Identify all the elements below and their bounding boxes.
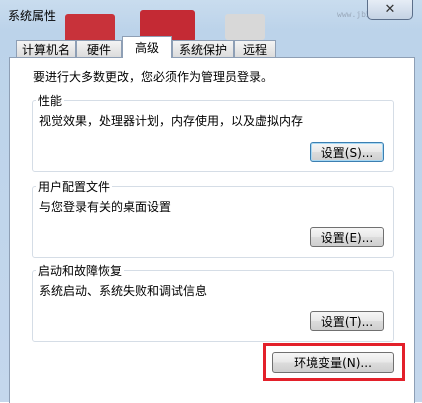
background-blob — [225, 14, 265, 40]
tab-hardware[interactable]: 硬件 — [76, 40, 122, 57]
performance-settings-button[interactable]: 设置(S)... — [310, 142, 384, 162]
tab-computer-name[interactable]: 计算机名 — [16, 40, 76, 57]
performance-group: 性能 视觉效果，处理器计划，内存使用，以及虚拟内存 设置(S)... — [32, 92, 394, 172]
group-description: 系统启动、系统失败和调试信息 — [39, 284, 208, 298]
close-icon: ✕ — [384, 2, 396, 17]
user-profiles-group: 用户配置文件 与您登录有关的桌面设置 设置(E)... — [32, 178, 394, 258]
tab-label: 计算机名 — [21, 42, 70, 57]
group-title: 启动和故障恢复 — [36, 262, 125, 279]
system-properties-window: 系统属性 www.jb51.net ✕ 计算机名 硬件 高级 系统保护 远程 要… — [0, 0, 422, 403]
tab-label: 高级 — [134, 41, 159, 55]
group-title: 性能 — [36, 92, 65, 109]
startup-recovery-group: 启动和故障恢复 系统启动、系统失败和调试信息 设置(T)... — [32, 262, 394, 342]
tab-label: 远程 — [242, 42, 267, 57]
group-description: 视觉效果，处理器计划，内存使用，以及虚拟内存 — [39, 114, 304, 128]
admin-notice: 要进行大多数更改，您必须作为管理员登录。 — [33, 70, 274, 84]
tab-label: 系统保护 — [178, 42, 227, 57]
highlight-box — [263, 343, 405, 381]
tab-advanced[interactable]: 高级 — [122, 36, 172, 58]
tab-label: 硬件 — [86, 42, 111, 57]
group-title: 用户配置文件 — [36, 178, 113, 195]
startup-recovery-settings-button[interactable]: 设置(T)... — [310, 311, 384, 331]
close-button[interactable]: ✕ — [367, 0, 413, 20]
user-profiles-settings-button[interactable]: 设置(E)... — [310, 227, 384, 247]
group-description: 与您登录有关的桌面设置 — [39, 200, 172, 214]
tab-remote[interactable]: 远程 — [234, 40, 276, 57]
window-title: 系统属性 — [8, 9, 57, 23]
tab-system-protection[interactable]: 系统保护 — [172, 40, 234, 57]
